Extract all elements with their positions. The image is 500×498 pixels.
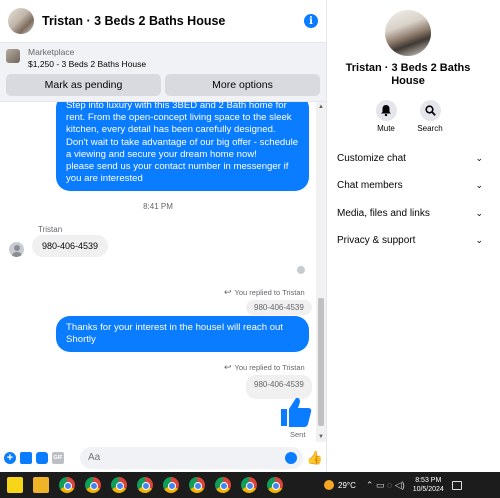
search-action[interactable]: Search: [410, 100, 450, 133]
sender-name: Tristan: [38, 225, 63, 234]
sun-icon: [324, 480, 334, 490]
section-label: Customize chat: [337, 153, 406, 164]
mute-label: Mute: [377, 124, 395, 133]
system-tray-icons[interactable]: ⌃ ▭ ◌ ◁): [366, 480, 405, 491]
scroll-down-icon[interactable]: ▼: [316, 432, 326, 442]
chrome-icon[interactable]: [85, 477, 101, 493]
profile-avatar[interactable]: [385, 10, 431, 56]
section-label: Media, files and links: [337, 208, 430, 219]
sticky-notes-icon[interactable]: [7, 477, 23, 493]
message-input[interactable]: [88, 446, 271, 469]
mark-as-pending-button[interactable]: Mark as pending: [6, 74, 161, 96]
quoted-message[interactable]: 980-406-4539: [246, 300, 312, 315]
read-receipt-avatar: [297, 266, 305, 274]
section-label: Privacy & support: [337, 235, 416, 246]
scroll-up-icon[interactable]: ▲: [316, 102, 326, 112]
chevron-down-icon: ⌄: [475, 180, 483, 190]
section-media-files-links[interactable]: Media, files and links ⌄: [337, 208, 483, 219]
clock-time: 8:53 PM: [415, 477, 442, 484]
chrome-icon[interactable]: [163, 477, 179, 493]
info-icon[interactable]: i: [304, 14, 318, 28]
mute-action[interactable]: Mute: [366, 100, 406, 133]
replied-label: You replied to Tristan: [234, 288, 305, 297]
chrome-icon[interactable]: [59, 477, 75, 493]
chrome-icon[interactable]: [267, 477, 283, 493]
section-customize-chat[interactable]: Customize chat ⌄: [337, 153, 483, 164]
section-label: Chat members: [337, 180, 403, 191]
message-timestamp: 8:41 PM: [143, 202, 173, 211]
search-icon[interactable]: [419, 100, 441, 121]
chrome-icon[interactable]: [241, 477, 257, 493]
chevron-down-icon: ⌄: [475, 153, 483, 163]
message-list: Step into luxury with this 3BED and 2 Ba…: [0, 102, 316, 442]
file-explorer-icon[interactable]: [33, 477, 49, 493]
chevron-down-icon: ⌄: [475, 235, 483, 245]
listing-title[interactable]: $1,250 - 3 Beds 2 Baths House: [28, 58, 146, 70]
windows-taskbar: 29°C ⌃ ▭ ◌ ◁) 8:53 PM 10/5/2024: [0, 472, 500, 498]
reply-arrow-icon: ↩: [224, 287, 232, 297]
clock-date: 10/5/2024: [412, 486, 444, 493]
listing-thumbnail[interactable]: [6, 49, 20, 63]
message-composer: + GIF 👍: [0, 443, 327, 472]
reply-arrow-icon: ↩: [224, 362, 232, 372]
incoming-message[interactable]: 980-406-4539: [32, 235, 109, 257]
plus-icon[interactable]: +: [4, 451, 16, 464]
gif-icon[interactable]: GIF: [52, 451, 64, 464]
message-input-wrapper: [80, 446, 303, 469]
section-chat-members[interactable]: Chat members ⌄: [337, 180, 483, 191]
chrome-icon[interactable]: [189, 477, 205, 493]
emoji-icon[interactable]: [284, 451, 297, 464]
temperature: 29°C: [338, 480, 356, 490]
conversation-title[interactable]: Tristan · 3 Beds 2 Baths House: [42, 14, 304, 28]
sent-status: Sent: [290, 430, 306, 439]
notification-icon[interactable]: [451, 480, 462, 490]
profile-name: Tristan · 3 Beds 2 Baths House: [345, 62, 471, 87]
weather-widget[interactable]: 29°C: [324, 480, 356, 490]
chrome-icon[interactable]: [137, 477, 153, 493]
marketplace-bar: Marketplace $1,250 - 3 Beds 2 Baths Hous…: [0, 43, 326, 102]
section-privacy-support[interactable]: Privacy & support ⌄: [337, 235, 483, 246]
conversation-info-pane: Tristan · 3 Beds 2 Baths House Mute Sear…: [328, 0, 500, 472]
outgoing-message-listing[interactable]: Step into luxury with this 3BED and 2 Ba…: [56, 102, 309, 192]
chrome-icon[interactable]: [215, 477, 231, 493]
marketplace-label: Marketplace: [28, 47, 75, 57]
photo-icon[interactable]: [20, 451, 32, 464]
sender-avatar[interactable]: [9, 242, 24, 257]
search-label: Search: [417, 124, 443, 133]
bell-icon[interactable]: [375, 100, 397, 121]
replied-indicator: ↩ You replied to Tristan: [224, 362, 305, 373]
thumbs-up-icon[interactable]: [279, 396, 313, 428]
like-button-icon[interactable]: 👍: [307, 450, 323, 466]
scroll-thumb[interactable]: [318, 298, 324, 426]
chat-header: Tristan · 3 Beds 2 Baths House i: [0, 0, 326, 43]
outgoing-message-reply[interactable]: Thanks for your interest in the houseI w…: [56, 316, 309, 353]
sticker-icon[interactable]: [36, 451, 48, 464]
taskbar-clock[interactable]: 8:53 PM 10/5/2024: [413, 476, 444, 494]
conversation-avatar[interactable]: [8, 8, 34, 34]
replied-indicator: ↩ You replied to Tristan: [224, 287, 305, 298]
replied-label: You replied to Tristan: [234, 363, 305, 372]
chevron-down-icon: ⌄: [475, 208, 483, 218]
chrome-icon[interactable]: [111, 477, 127, 493]
more-options-button[interactable]: More options: [165, 74, 320, 96]
message-scrollbar[interactable]: ▲ ▼: [316, 102, 326, 442]
